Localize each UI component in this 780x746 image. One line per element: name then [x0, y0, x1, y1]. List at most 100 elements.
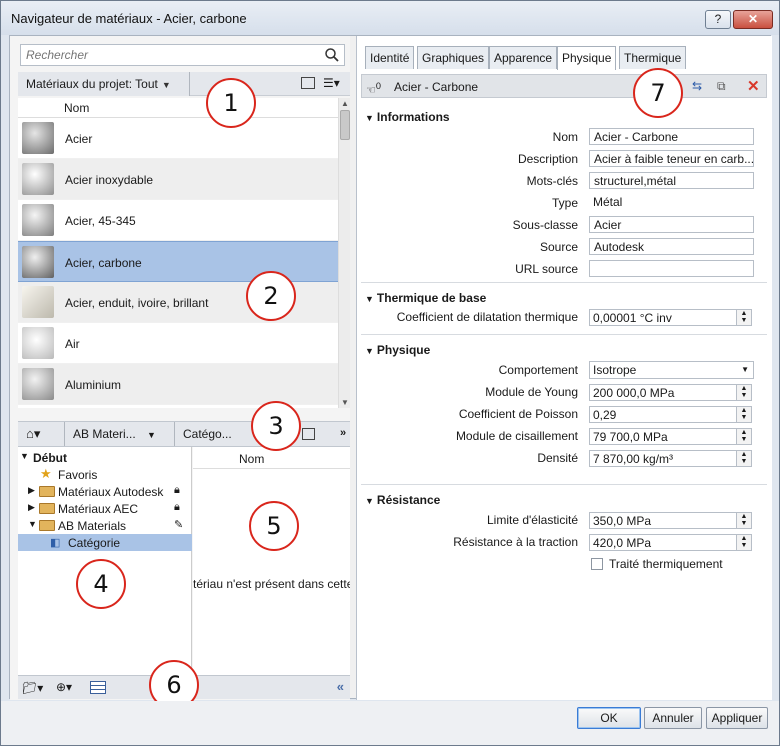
callout-2: 2 [246, 271, 296, 321]
duplicate-asset-icon[interactable]: ⧉ [717, 79, 726, 94]
breadcrumb-category[interactable]: Catégo... [174, 422, 260, 446]
poisson-ratio-stepper[interactable]: 0,29 ▲ ▼ [589, 406, 752, 423]
spin-buttons-icon[interactable]: ▲ ▼ [736, 309, 752, 326]
list-view-icon[interactable]: ☰▾ [323, 76, 345, 92]
young-modulus-stepper[interactable]: 200 000,0 MPa ▲ ▼ [589, 384, 752, 401]
collapse-panel-icon[interactable]: « [337, 679, 344, 694]
apply-button[interactable]: Appliquer [706, 707, 768, 729]
material-editor-pane: Identité Graphiques Apparence Physique T… [356, 36, 772, 700]
tree-item-category[interactable]: ◧ Catégorie [18, 534, 192, 551]
source-url-field[interactable] [589, 260, 754, 277]
tab-graphiques[interactable]: Graphiques [417, 46, 490, 69]
dialog-footer: OK Annuler Appliquer [1, 701, 779, 745]
expand-triangle-icon[interactable]: ▶ [28, 485, 35, 496]
section-resistance[interactable]: ▼ Résistance [365, 493, 440, 507]
list-item[interactable]: Air [18, 323, 338, 364]
delete-asset-icon[interactable]: ✕ [747, 77, 760, 95]
overflow-chevron-icon[interactable]: » [340, 427, 346, 439]
search-icon[interactable] [324, 47, 340, 63]
scroll-up-icon[interactable]: ▲ [341, 99, 349, 108]
field-label: Mots-clés [526, 174, 578, 188]
spin-buttons-icon[interactable]: ▲ ▼ [736, 428, 752, 445]
tab-apparence[interactable]: Apparence [489, 46, 558, 69]
density-stepper[interactable]: 7 870,00 kg/m³ ▲ ▼ [589, 450, 752, 467]
spin-buttons-icon[interactable]: ▲ ▼ [736, 406, 752, 423]
project-material-list: Acier Acier inoxydable Acier, 45-345 Aci… [18, 118, 338, 408]
scroll-down-icon[interactable]: ▼ [341, 398, 349, 407]
tree-item-ab-materials[interactable]: ▼ AB Materials ✎ [18, 517, 192, 534]
tab-physique[interactable]: Physique [557, 46, 617, 70]
section-title: Physique [376, 343, 431, 357]
spin-buttons-icon[interactable]: ▲ ▼ [736, 384, 752, 401]
description-field[interactable]: Acier à faible teneur en carb... [589, 150, 754, 167]
title-bar: Navigateur de matériaux - Acier, carbone… [1, 1, 779, 35]
thermal-expansion-stepper[interactable]: 0,00001 °C inv ▲ ▼ [589, 309, 752, 326]
ok-button[interactable]: OK [577, 707, 641, 729]
heat-treated-checkbox[interactable] [591, 558, 603, 570]
tab-thermique[interactable]: Thermique [619, 46, 687, 69]
replace-asset-icon[interactable]: ⇆ [692, 79, 702, 93]
field-label: Coefficient de dilatation thermique [396, 310, 578, 324]
spin-buttons-icon[interactable]: ▲ ▼ [736, 450, 752, 467]
panel-toggle-icon[interactable] [301, 77, 315, 89]
expand-triangle-icon[interactable]: ▼ [28, 519, 37, 529]
category-icon: ◧ [50, 537, 61, 549]
asset-browser-icon[interactable] [90, 681, 106, 694]
project-filter-dropdown[interactable]: Matériaux du projet: Tout ▼ [18, 72, 190, 96]
tree-item-favorites[interactable]: ★ Favoris [18, 466, 192, 483]
home-icon[interactable]: ⌂▾ [26, 426, 40, 442]
browser-pane: Matériaux du projet: Tout▼ ☰▾ Nom Acier … [10, 36, 350, 700]
tree-item-label: AB Materials [58, 519, 127, 533]
pencil-icon[interactable]: ✎ [174, 518, 183, 531]
name-field[interactable]: Acier - Carbone [589, 128, 754, 145]
collapse-triangle-icon[interactable]: ▼ [365, 496, 374, 506]
list-item[interactable]: Acier [18, 118, 338, 159]
behavior-select[interactable]: Isotrope ▼ [589, 361, 754, 379]
expand-triangle-icon[interactable]: ▼ [20, 451, 29, 461]
source-field[interactable]: Autodesk [589, 238, 754, 255]
spin-buttons-icon[interactable]: ▲ ▼ [736, 534, 752, 551]
collapse-triangle-icon[interactable]: ▼ [365, 294, 374, 304]
panel-toggle-icon[interactable] [302, 428, 315, 440]
tab-identite[interactable]: Identité [365, 46, 415, 69]
search-input[interactable] [21, 45, 316, 65]
close-button[interactable]: ✕ [733, 10, 773, 29]
tree-item-aec[interactable]: ▶ Matériaux AEC 🔒︎ [18, 500, 192, 517]
list-item[interactable]: Acier, 45-345 [18, 200, 338, 241]
collapse-triangle-icon[interactable]: ▼ [365, 113, 374, 123]
section-informations[interactable]: ▼ Informations [365, 110, 450, 124]
list-item[interactable]: Aluminium [18, 364, 338, 405]
window-title: Navigateur de matériaux - Acier, carbone [11, 11, 247, 26]
help-button[interactable]: ? [705, 10, 731, 29]
shear-modulus-stepper[interactable]: 79 700,0 MPa ▲ ▼ [589, 428, 752, 445]
section-physique[interactable]: ▼ Physique [365, 343, 430, 357]
scrollbar-thumb[interactable] [340, 110, 350, 140]
tensile-strength-stepper[interactable]: 420,0 MPa ▲ ▼ [589, 534, 752, 551]
tree-item-label: Favoris [58, 468, 98, 482]
keywords-field[interactable]: structurel,métal [589, 172, 754, 189]
field-label: Module de cisaillement [455, 429, 578, 443]
create-material-icon[interactable]: ⊕▾ [56, 680, 72, 694]
breadcrumb-library[interactable]: AB Materi... ▼ [64, 422, 172, 446]
cancel-button[interactable]: Annuler [644, 707, 702, 729]
search-box[interactable] [20, 44, 345, 66]
project-list-scrollbar[interactable]: ▲ ▼ [338, 98, 350, 408]
project-list-header[interactable]: Nom [18, 98, 338, 118]
section-thermique-de-base[interactable]: ▼ Thermique de base [365, 291, 486, 305]
material-thumbnail [22, 163, 54, 195]
spin-buttons-icon[interactable]: ▲ ▼ [736, 512, 752, 529]
expand-triangle-icon[interactable]: ▶ [28, 502, 35, 513]
name-column-header: Nom [239, 452, 265, 466]
yield-strength-stepper[interactable]: 350,0 MPa ▲ ▼ [589, 512, 752, 529]
material-name: Acier inoxydable [65, 173, 154, 187]
material-thumbnail [22, 122, 54, 154]
list-item[interactable]: Acier inoxydable [18, 159, 338, 200]
list-item-selected[interactable]: Acier, carbone [18, 241, 338, 282]
tree-item-root[interactable]: ▼ Début [18, 449, 192, 466]
library-manage-icon[interactable]: 📁︎▾ [22, 681, 43, 695]
tree-item-autodesk[interactable]: ▶ Matériaux Autodesk 🔒︎ [18, 483, 192, 500]
material-thumbnail [22, 327, 54, 359]
collapse-triangle-icon[interactable]: ▼ [365, 346, 374, 356]
subclass-field[interactable]: Acier [589, 216, 754, 233]
material-name: Acier, carbone [65, 256, 142, 270]
